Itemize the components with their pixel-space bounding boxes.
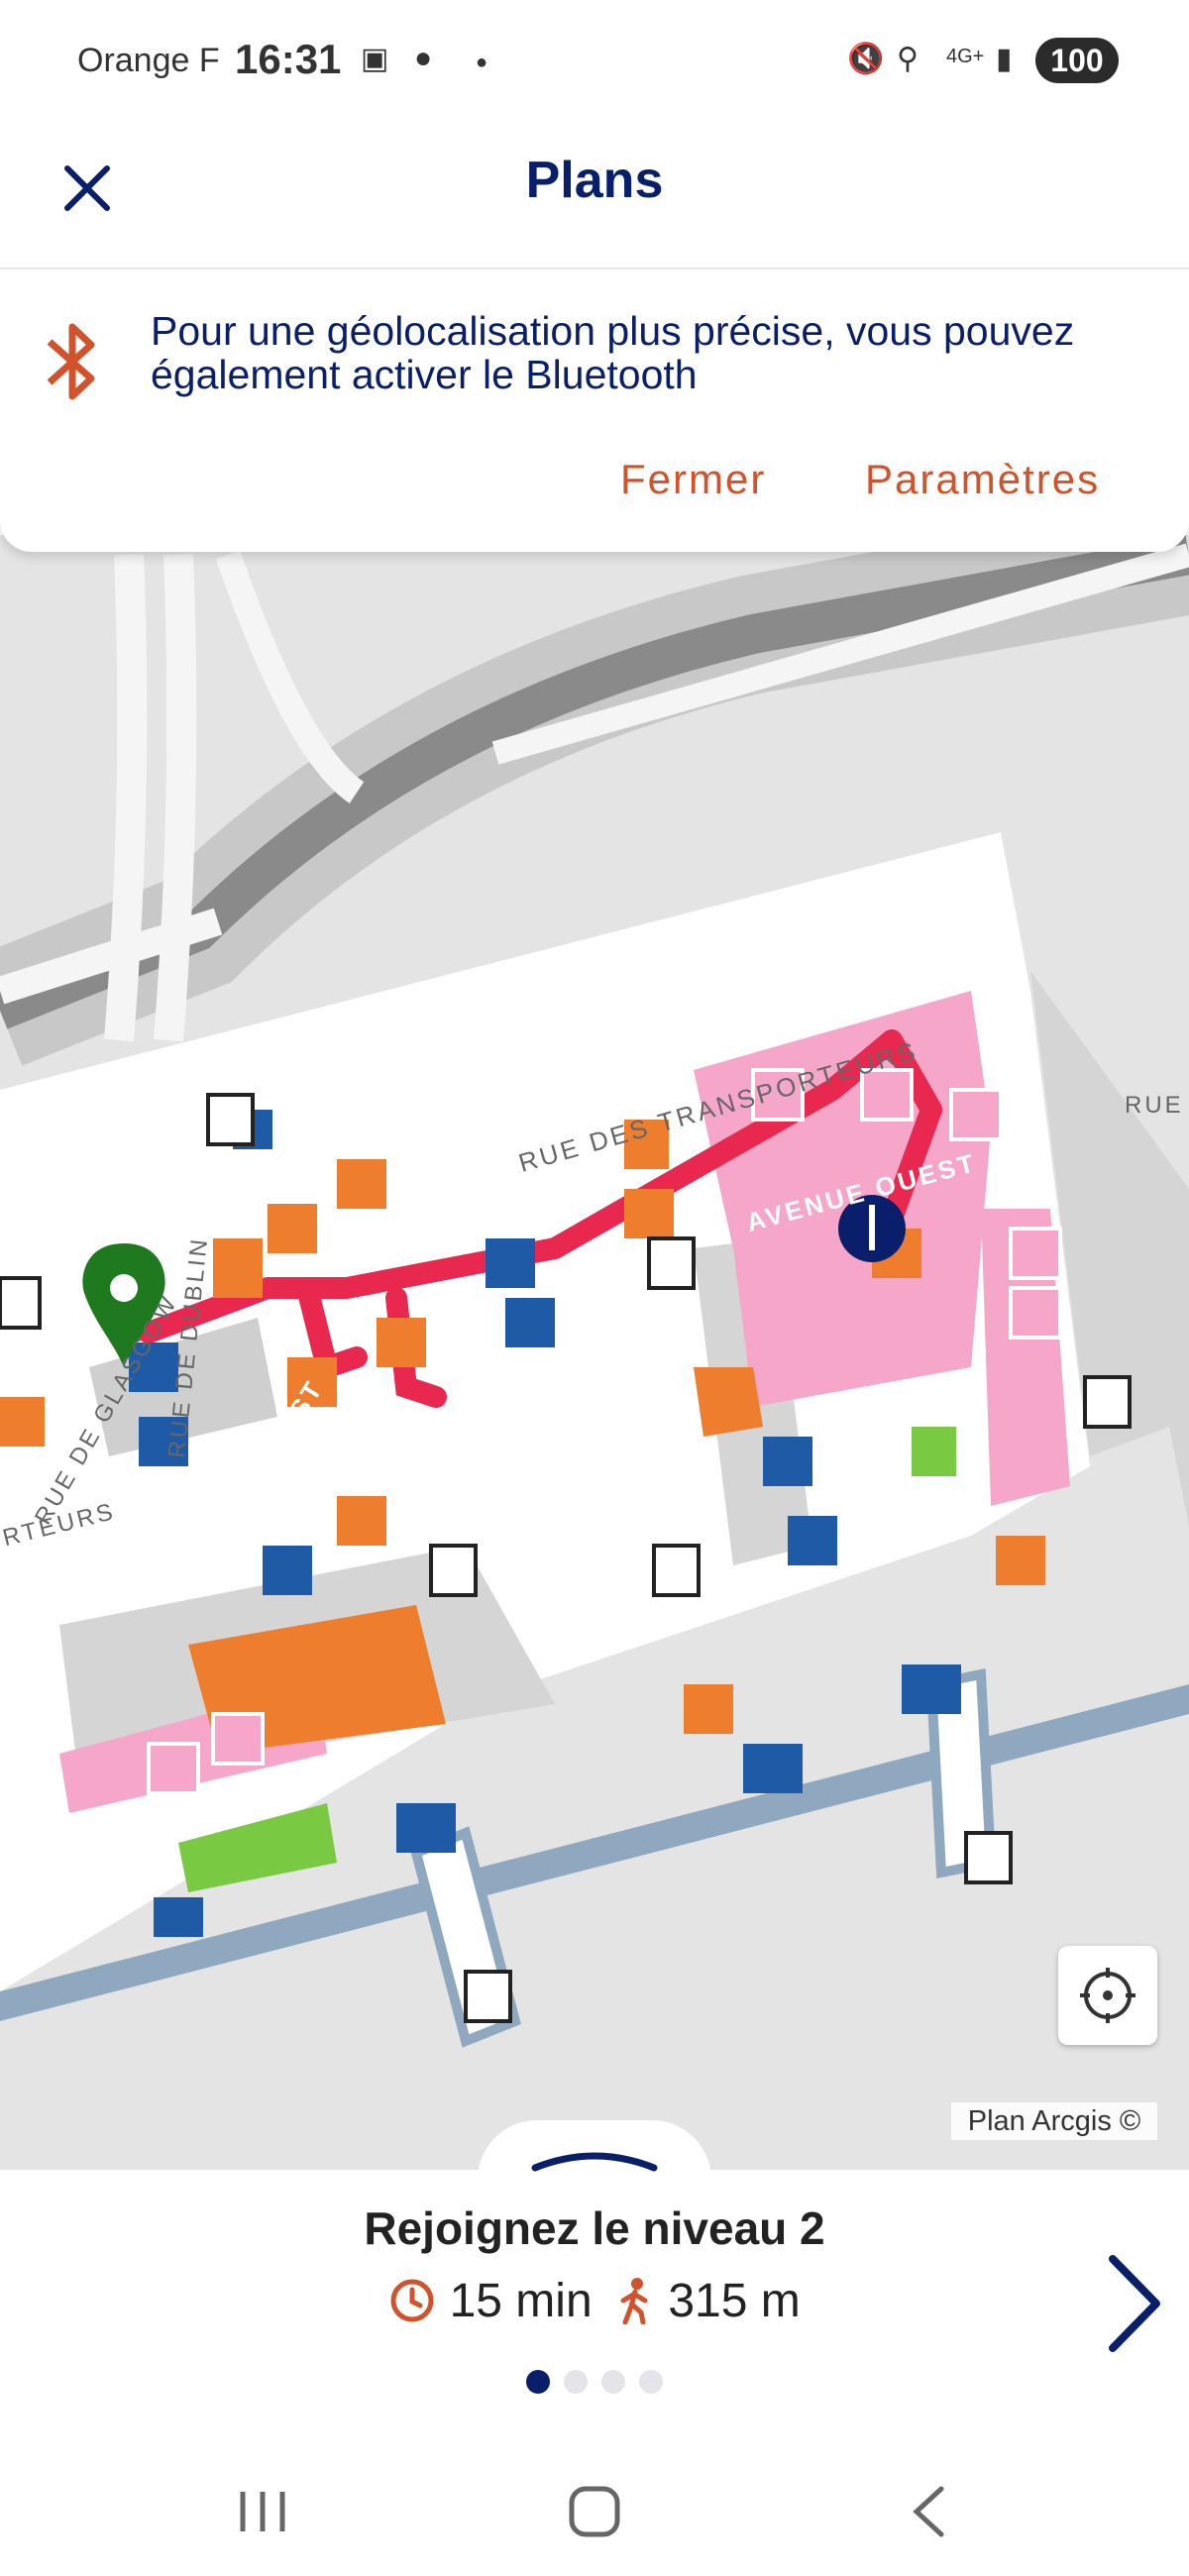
gate-poi-3[interactable] (396, 1803, 456, 1853)
service-poi[interactable] (337, 1159, 386, 1209)
banner-message: Pour une géolocalisation plus précise, v… (151, 308, 1075, 397)
elevator-poi-8[interactable] (206, 1093, 255, 1146)
message-notification-icon: ● (414, 42, 433, 74)
check-in-poi-2[interactable] (505, 1298, 555, 1347)
elevator-poi-3[interactable] (647, 1236, 696, 1290)
services-small (694, 1367, 763, 1437)
shop-poi[interactable] (213, 1238, 263, 1298)
page-title: Plans (525, 152, 664, 209)
shop-poi-south[interactable] (147, 1742, 200, 1795)
shop-poi-east[interactable] (1009, 1227, 1062, 1280)
elevator-poi-6[interactable] (464, 1970, 512, 2023)
exchange-poi-2[interactable] (624, 1189, 674, 1238)
check-in-poi[interactable] (486, 1238, 535, 1288)
more-notifications-icon: ● (476, 52, 488, 73)
chevron-up-icon (531, 2152, 658, 2172)
network-type: 4G+ (946, 46, 985, 67)
elevator-poi[interactable] (429, 1544, 478, 1597)
map-attribution: Plan Arcgis © (951, 2102, 1157, 2140)
bluetooth-banner: Pour une géolocalisation plus précise, v… (0, 269, 1189, 552)
step-distance: 315 m (668, 2274, 801, 2327)
page-dot-1[interactable] (526, 2370, 550, 2394)
elevator-poi-4[interactable] (1083, 1375, 1132, 1429)
battery-level: 100 (1035, 38, 1119, 83)
counter-poi-3[interactable] (263, 1546, 312, 1595)
back-button[interactable] (887, 2477, 976, 2546)
shop-poi-south-2[interactable] (211, 1712, 265, 1766)
road-rue-de-glasgow (104, 554, 148, 1042)
shop-poi-east-2[interactable] (1009, 1286, 1062, 1340)
step-title: Rejoignez le niveau 2 (364, 2202, 825, 2254)
elevator-poi-7[interactable] (0, 1276, 42, 1330)
games-poi[interactable] (684, 1684, 733, 1734)
clock-icon (390, 2279, 434, 2322)
chevron-right-icon (1109, 2255, 1160, 2352)
baggage-poi-2[interactable] (337, 1496, 386, 1546)
recent-apps-button[interactable] (218, 2477, 307, 2546)
page-dot-3[interactable] (601, 2370, 625, 2394)
location-icon: ⚲ (897, 43, 919, 75)
border-control-poi-2[interactable] (788, 1516, 837, 1565)
status-bar: Orange F 16:31 ▣ ● ● 🔇 ⚲ 4G+ ▮ 100 (0, 0, 1189, 109)
gate-poi[interactable] (743, 1744, 803, 1793)
shop-poi-north-3[interactable] (949, 1088, 1003, 1141)
street-label-rue-east: RUE (1125, 1092, 1184, 1119)
exchange-poi[interactable] (268, 1204, 317, 1253)
terminal-map[interactable]: RUE DES TRANSPORTEURS AVENUE OUEST AVENU… (0, 535, 1189, 2170)
info-poi-east[interactable] (996, 1536, 1045, 1585)
locate-me-button[interactable] (1058, 1946, 1157, 2045)
page-dot-2[interactable] (564, 2370, 588, 2394)
gallery-notification-icon: ▣ (361, 43, 389, 75)
destination-pin-dot (110, 1274, 138, 1302)
elevator-poi-5[interactable] (964, 1831, 1013, 1884)
signal-icon: ▮ (996, 43, 1013, 75)
step-pagination (0, 2370, 1189, 2399)
app-header: Plans (0, 109, 1189, 269)
gate-poi-2[interactable] (902, 1664, 961, 1714)
clock: 16:31 (235, 36, 342, 82)
home-button[interactable] (550, 2477, 639, 2546)
road-rue-de-dublin (154, 554, 197, 1042)
page-dot-4[interactable] (639, 2370, 663, 2394)
bluetooth-icon (47, 323, 95, 400)
pharmacy-poi[interactable] (912, 1427, 956, 1476)
elevator-poi-2[interactable] (652, 1544, 701, 1597)
step-duration: 15 min (449, 2274, 593, 2327)
step-meta: 15 min 315 m (0, 2271, 1189, 2328)
road-connector (215, 550, 365, 804)
info-poi[interactable] (377, 1318, 426, 1367)
crosshair-icon (1080, 1968, 1135, 2023)
info-poi-west[interactable] (0, 1397, 45, 1447)
next-step-button[interactable] (1095, 2249, 1174, 2358)
sheet-handle[interactable] (478, 2120, 711, 2200)
walking-icon (620, 2278, 648, 2325)
settings-button[interactable]: Paramètres (865, 456, 1100, 503)
gate-poi-4[interactable] (154, 1897, 203, 1937)
carrier-name: Orange F (77, 42, 220, 79)
mute-icon: 🔇 (847, 43, 885, 75)
dismiss-button[interactable]: Fermer (620, 456, 766, 503)
border-control-poi[interactable] (763, 1437, 812, 1486)
